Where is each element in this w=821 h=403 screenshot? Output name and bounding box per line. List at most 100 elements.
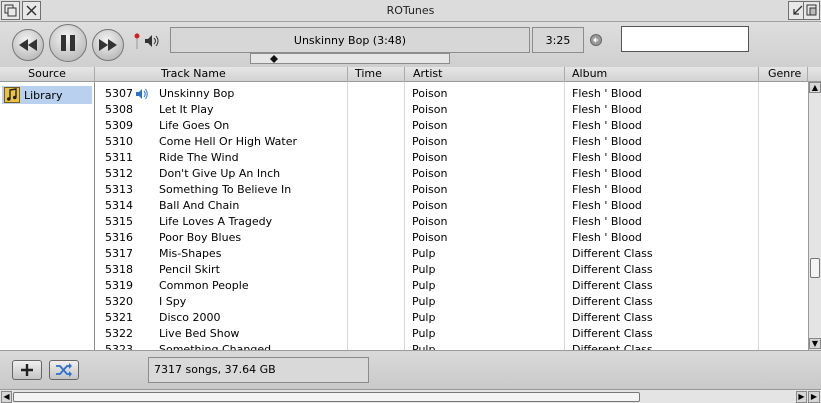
table-row[interactable]: 5319 Common People Pulp Different Class	[96, 278, 808, 294]
track-list: 5307 Unskinny Bop Poison Flesh ' Blood 5308 L…	[96, 82, 808, 350]
track-name: Something To Believe In	[159, 183, 292, 196]
track-number: 5308	[105, 103, 133, 116]
volume-slider[interactable]	[134, 33, 140, 49]
fast-forward-icon	[99, 39, 117, 51]
table-row[interactable]: 5316 Poor Boy Blues Poison Flesh ' Blood	[96, 230, 808, 246]
table-row[interactable]: 5312 Don't Give Up An Inch Poison Flesh ' B…	[96, 166, 808, 182]
track-artist: Poison	[412, 199, 448, 212]
vertical-scroll-thumb[interactable]	[810, 258, 820, 278]
resize-icon	[806, 4, 816, 16]
source-item-label: Library	[24, 88, 63, 102]
track-number: 5320	[105, 295, 133, 308]
table-row[interactable]: 5311 Ride The Wind Poison Flesh ' Blood	[96, 150, 808, 166]
track-number: 5321	[105, 311, 133, 324]
column-album[interactable]: Album	[565, 67, 759, 82]
now-playing-display: Unskinny Bop (3:48)	[170, 27, 530, 53]
speaker-icon	[145, 35, 159, 47]
track-artist: Poison	[412, 167, 448, 180]
track-number: 5317	[105, 247, 133, 260]
track-artist: Poison	[412, 215, 448, 228]
table-row[interactable]: 5313 Something To Believe In Poison Flesh '…	[96, 182, 808, 198]
track-name: I Spy	[159, 295, 187, 308]
table-row[interactable]: 5315 Life Loves A Tragedy Poison Flesh ' Bl…	[96, 214, 808, 230]
track-number: 5322	[105, 327, 133, 340]
track-number: 5309	[105, 119, 133, 132]
table-row[interactable]: 5323 Something Changed Pulp Different Class	[96, 342, 808, 350]
horizontal-scroll-thumb[interactable]	[13, 392, 640, 402]
add-button[interactable]	[12, 360, 42, 380]
column-source[interactable]: Source	[0, 67, 95, 82]
track-artist: Pulp	[412, 263, 436, 276]
track-number: 5312	[105, 167, 133, 180]
progress-handle-icon[interactable]	[270, 55, 278, 63]
track-number: 5315	[105, 215, 133, 228]
source-item-library[interactable]: Library	[2, 86, 92, 104]
table-row[interactable]: 5308 Let It Play Poison Flesh ' Blood	[96, 102, 808, 118]
column-time[interactable]: Time	[348, 67, 405, 82]
column-track-name[interactable]: Track Name	[96, 67, 348, 82]
scroll-left-icon[interactable]: ◀	[1, 391, 12, 403]
previous-button[interactable]	[12, 29, 44, 61]
track-album: Different Class	[572, 279, 653, 292]
track-number: 5313	[105, 183, 133, 196]
table-row[interactable]: 5307 Unskinny Bop Poison Flesh ' Blood	[96, 86, 808, 102]
pause-button[interactable]	[49, 24, 87, 62]
shuffle-icon	[56, 363, 72, 377]
track-number: 5311	[105, 151, 133, 164]
table-row[interactable]: 5321 Disco 2000 Pulp Different Class	[96, 310, 808, 326]
track-artist: Poison	[412, 151, 448, 164]
table-row[interactable]: 5309 Life Goes On Poison Flesh ' Blood	[96, 118, 808, 134]
track-number: 5319	[105, 279, 133, 292]
scroll-right-end-icon[interactable]: ▶	[808, 391, 820, 403]
column-header: Source Track Name Time Artist Album Genr…	[0, 67, 821, 82]
column-artist[interactable]: Artist	[405, 67, 565, 82]
table-row[interactable]: 5317 Mis-Shapes Pulp Different Class	[96, 246, 808, 262]
track-name: Poor Boy Blues	[159, 231, 242, 244]
now-playing-title: Unskinny Bop (3:48)	[293, 33, 407, 47]
scroll-down-icon[interactable]: ▼	[809, 338, 821, 349]
track-name: Life Goes On	[159, 119, 230, 132]
table-row[interactable]: 5314 Ball And Chain Poison Flesh ' Blood	[96, 198, 808, 214]
table-row[interactable]: 5318 Pencil Skirt Pulp Different Class	[96, 262, 808, 278]
track-album: Flesh ' Blood	[572, 103, 642, 116]
track-number: 5316	[105, 231, 133, 244]
progress-bar[interactable]	[250, 53, 450, 64]
library-status: 7317 songs, 37.64 GB	[148, 357, 369, 383]
track-name: Come Hell Or High Water	[159, 135, 298, 148]
track-artist: Poison	[412, 87, 448, 100]
track-name: Life Loves A Tragedy	[159, 215, 273, 228]
table-row[interactable]: 5310 Come Hell Or High Water Poison Flesh '…	[96, 134, 808, 150]
bottom-bar: 7317 songs, 37.64 GB	[0, 350, 821, 389]
clear-search-icon[interactable]	[590, 34, 602, 46]
track-album: Flesh ' Blood	[572, 119, 642, 132]
resize-button[interactable]	[803, 1, 820, 20]
track-artist: Pulp	[412, 343, 436, 350]
track-album: Flesh ' Blood	[572, 167, 642, 180]
rewind-icon	[19, 39, 37, 51]
track-artist: Poison	[412, 103, 448, 116]
source-pane: Library	[0, 82, 95, 350]
scroll-right-icon[interactable]: ▶	[796, 391, 807, 403]
track-album: Flesh ' Blood	[572, 199, 642, 212]
track-album: Flesh ' Blood	[572, 183, 642, 196]
track-name: Don't Give Up An Inch	[159, 167, 281, 180]
track-artist: Poison	[412, 119, 448, 132]
track-number: 5323	[105, 343, 133, 350]
title-bar: ROTunes	[0, 0, 821, 22]
track-album: Different Class	[572, 327, 653, 340]
search-input[interactable]	[621, 26, 749, 52]
track-number: 5314	[105, 199, 133, 212]
track-album: Different Class	[572, 343, 653, 350]
track-album: Flesh ' Blood	[572, 87, 642, 100]
track-artist: Pulp	[412, 279, 436, 292]
elapsed-time: 3:25	[545, 33, 571, 47]
next-button[interactable]	[92, 29, 124, 61]
vertical-scrollbar[interactable]: ▲ ▼	[808, 82, 821, 350]
track-name: Ride The Wind	[159, 151, 239, 164]
column-genre[interactable]: Genre	[759, 67, 808, 82]
table-row[interactable]: 5322 Live Bed Show Pulp Different Class	[96, 326, 808, 342]
horizontal-scrollbar[interactable]: ◀ ▶ ▶	[0, 389, 821, 403]
shuffle-button[interactable]	[49, 360, 79, 380]
scroll-up-icon[interactable]: ▲	[809, 82, 821, 93]
table-row[interactable]: 5320 I Spy Pulp Different Class	[96, 294, 808, 310]
